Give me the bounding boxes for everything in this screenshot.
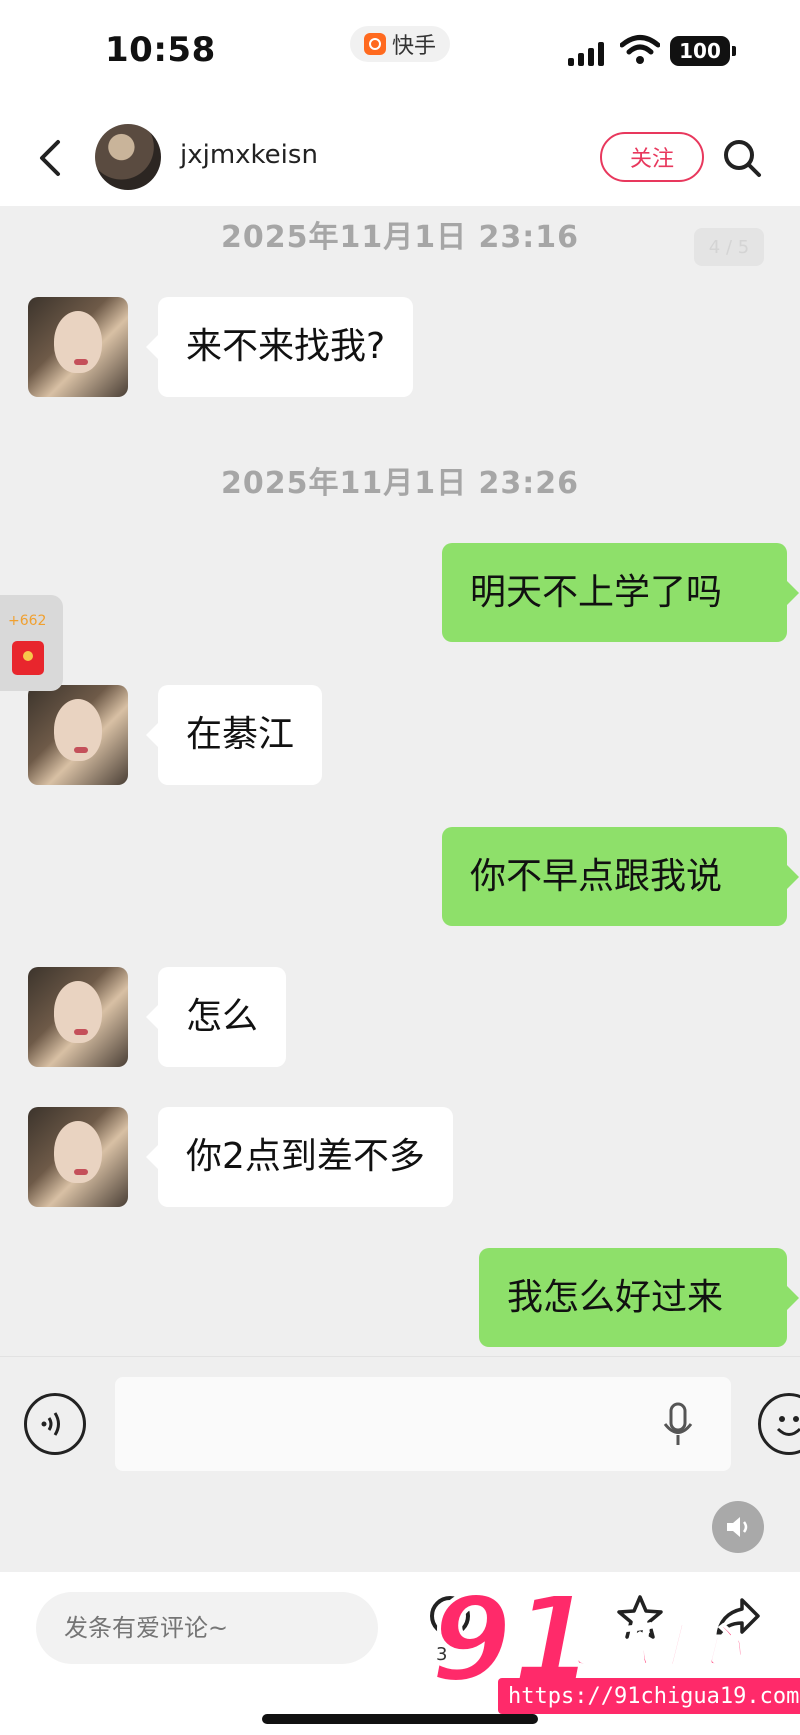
message-input[interactable]: [115, 1377, 731, 1471]
follow-button[interactable]: 关注: [600, 132, 704, 182]
home-indicator[interactable]: [262, 1714, 538, 1724]
outgoing-message-bubble[interactable]: 你不早点跟我说: [442, 827, 799, 926]
chat-header: jxjmxkeisn 关注: [0, 110, 800, 206]
sender-avatar[interactable]: [28, 685, 128, 785]
outgoing-message-bubble[interactable]: 明天不上学了吗: [442, 543, 799, 642]
red-packet-icon: [12, 641, 44, 675]
watermark-url: https://91chigua19.com: [498, 1678, 800, 1714]
incoming-message-bubble[interactable]: 怎么: [145, 967, 287, 1067]
mic-icon[interactable]: [660, 1401, 696, 1449]
message-input-bar: [0, 1356, 800, 1573]
emoji-icon[interactable]: [758, 1393, 800, 1455]
message-timestamp: 2025年11月1日 23:16: [220, 220, 580, 255]
status-time: 10:58: [105, 30, 216, 70]
kuaishou-logo-icon: [364, 33, 386, 55]
wifi-icon: [620, 35, 660, 64]
status-bar: 10:58 快手 100: [0, 0, 800, 110]
comment-input[interactable]: [36, 1592, 378, 1664]
incoming-message-bubble[interactable]: 在綦江: [145, 685, 323, 785]
app-indicator-pill[interactable]: 快手: [350, 26, 451, 62]
message-timestamp: 2025年11月1日 23:26: [220, 466, 580, 501]
sender-avatar[interactable]: [28, 297, 128, 397]
voice-icon[interactable]: [24, 1393, 86, 1455]
contact-avatar[interactable]: [95, 124, 161, 190]
cellular-signal-icon: [568, 40, 612, 66]
search-icon[interactable]: [722, 138, 762, 178]
watermark-title: 吃瓜中心: [557, 1618, 743, 1674]
red-packet-widget[interactable]: +662: [0, 595, 63, 691]
back-arrow-icon[interactable]: [30, 136, 74, 180]
sender-avatar[interactable]: [28, 967, 128, 1067]
chat-message-list[interactable]: 4 / 5 2025年11月1日 23:16 来不来找我? 2025年11月1日…: [0, 206, 800, 1356]
red-packet-amount: +662: [8, 613, 47, 629]
contact-username[interactable]: jxjmxkeisn: [180, 140, 318, 170]
incoming-message-bubble[interactable]: 来不来找我?: [145, 297, 414, 397]
outgoing-message-bubble[interactable]: 我怎么好过来: [479, 1248, 799, 1347]
battery-indicator: 100: [670, 36, 736, 66]
app-name: 快手: [392, 34, 437, 59]
comment-bar: 3 91 吃瓜中心 https://91chigua19.com: [0, 1572, 800, 1735]
speaker-icon[interactable]: [712, 1501, 764, 1553]
sender-avatar[interactable]: [28, 1107, 128, 1207]
incoming-message-bubble[interactable]: 你2点到差不多: [146, 1107, 453, 1207]
